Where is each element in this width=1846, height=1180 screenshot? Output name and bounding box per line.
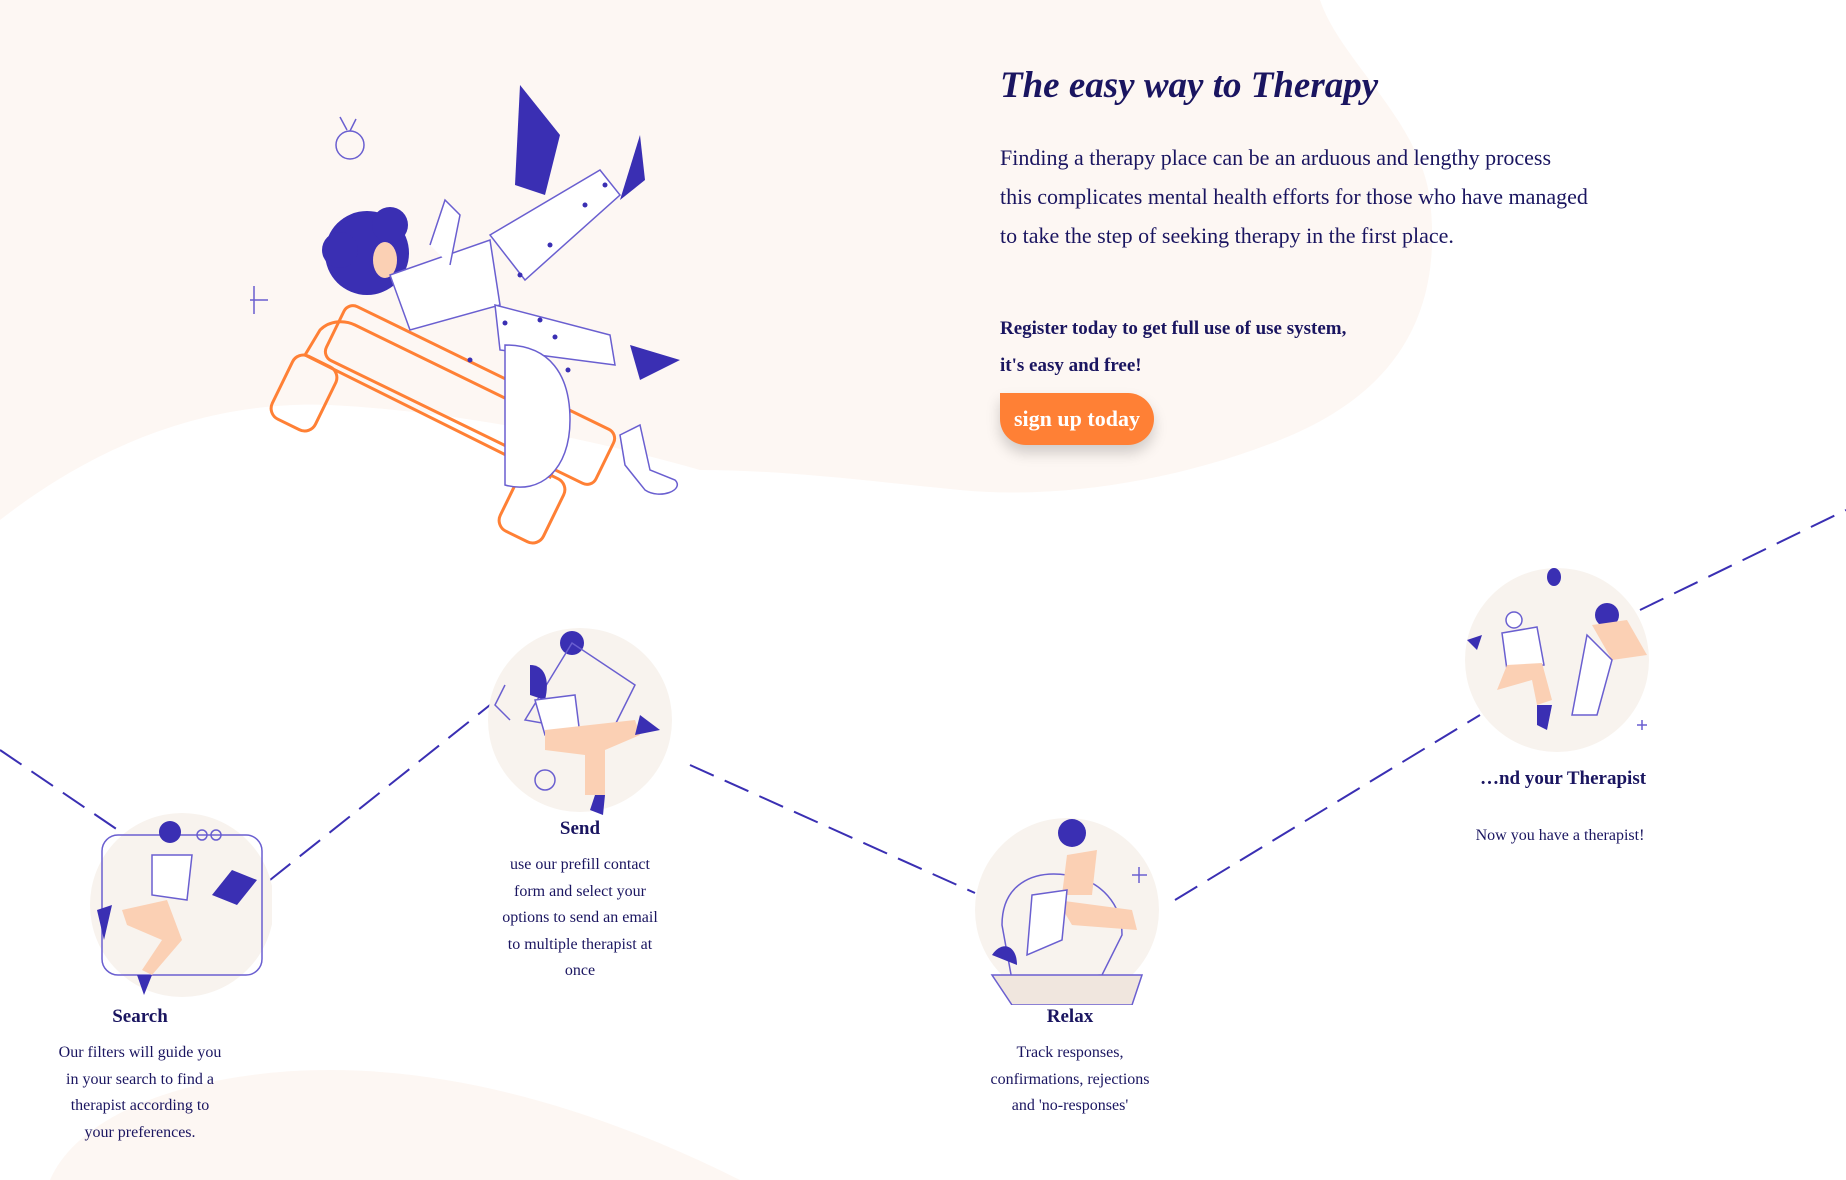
step-title-send: Send — [559, 818, 601, 839]
step-desc-find-therapist: Now you have a therapist! — [1450, 823, 1670, 850]
hero-description-line: this complicates mental health efforts f… — [1000, 184, 1588, 209]
step-desc-line: Our filters will guide you — [58, 1044, 222, 1061]
find-therapist-step-illustration — [1465, 568, 1649, 752]
send-step-illustration — [488, 628, 672, 815]
relax-step-illustration — [975, 818, 1159, 1005]
sign-up-button[interactable]: sign up today — [1000, 393, 1154, 445]
hero-illustration — [250, 85, 680, 545]
hero-description-line: to take the step of seeking therapy in t… — [1000, 223, 1454, 248]
step-desc-line: use our prefill contact — [510, 856, 650, 873]
step-desc-line: once — [564, 962, 596, 979]
step-desc-line: Track responses, — [1016, 1044, 1124, 1061]
step-desc-line: Now you have a therapist! — [1475, 827, 1645, 844]
register-callout: Register today to get full use of use sy… — [1000, 310, 1346, 384]
hero-title: The easy way to Therapy — [1000, 65, 1379, 106]
step-desc-line: to multiple therapist at — [507, 935, 653, 953]
step-title-find-therapist: …nd your Therapist — [1479, 768, 1647, 789]
step-desc-relax: Track responses, confirmations, rejectio… — [960, 1040, 1180, 1120]
step-desc-send: use our prefill contact form and select … — [480, 852, 680, 985]
person-figure-icon — [250, 85, 680, 495]
step-desc-line: options to send an email — [502, 909, 658, 926]
step-title-relax: Relax — [1046, 1006, 1094, 1027]
step-desc-line: confirmations, rejections — [990, 1070, 1150, 1088]
step-desc-search: Our filters will guide you in your searc… — [40, 1040, 240, 1146]
step-title-search: Search — [112, 1006, 168, 1027]
hero-description-line: Finding a therapy place can be an arduou… — [1000, 145, 1552, 170]
search-step-illustration — [90, 813, 272, 997]
step-desc-line: form and select your — [514, 882, 646, 900]
register-line: it's easy and free! — [1000, 355, 1142, 376]
step-desc-line: and 'no-responses' — [1011, 1097, 1129, 1114]
register-line: Register today to get full use of use sy… — [1000, 318, 1347, 339]
page: The easy way to Therapy Finding a therap… — [0, 0, 1846, 1180]
step-desc-line: your preferences. — [84, 1123, 196, 1141]
step-desc-line: in your search to find a — [66, 1070, 214, 1088]
step-desc-line: therapist according to — [70, 1097, 210, 1114]
hero-description: Finding a therapy place can be an arduou… — [1000, 138, 1640, 255]
